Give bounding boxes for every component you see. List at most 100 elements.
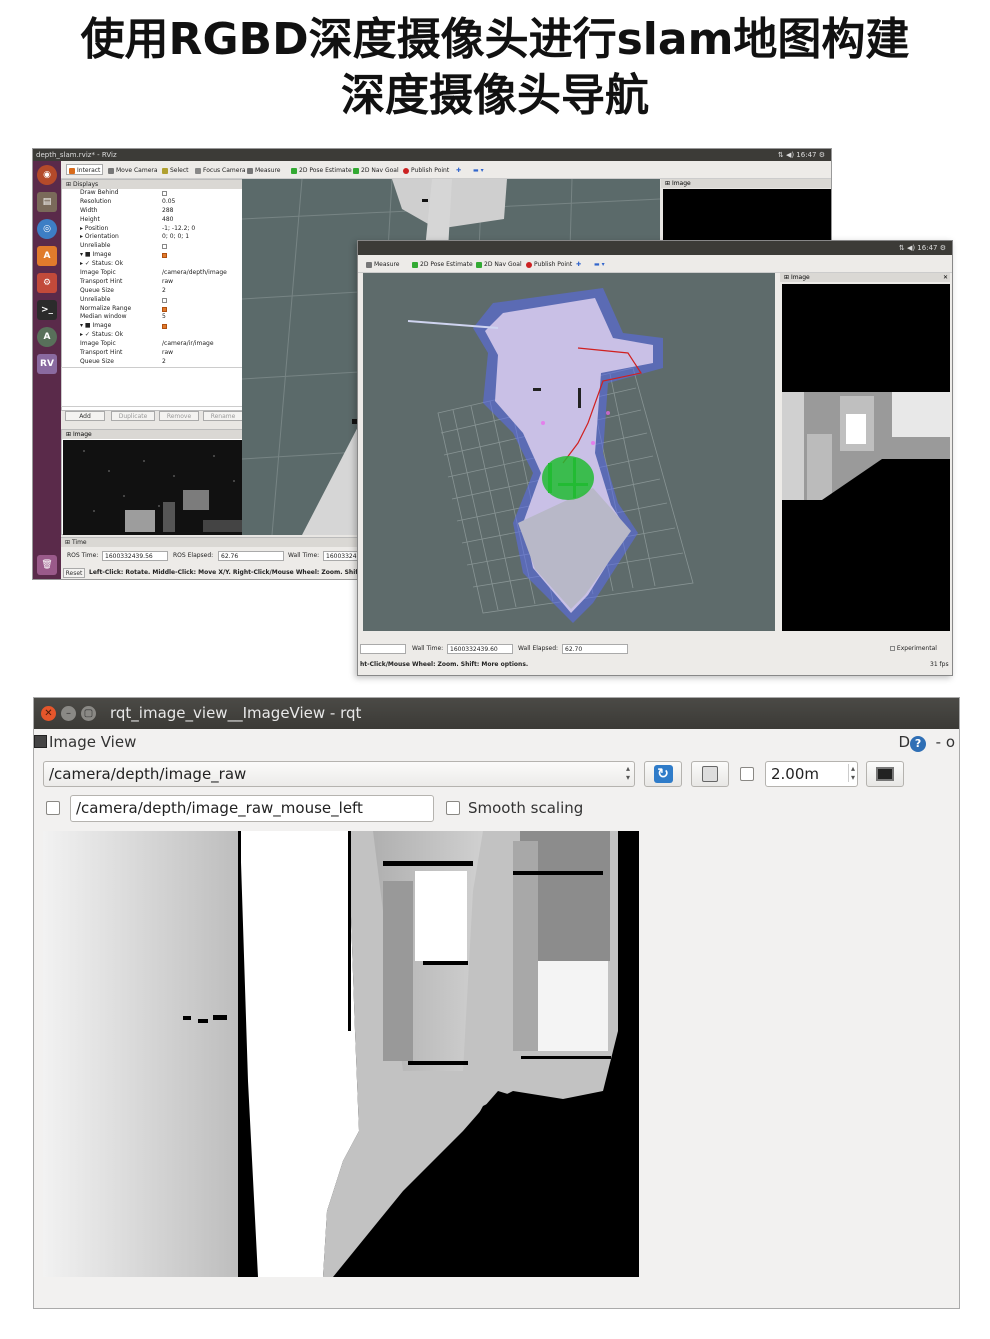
- android-studio-icon[interactable]: A: [37, 327, 57, 347]
- experimental-checkbox[interactable]: Experimental: [890, 645, 937, 652]
- ubuntu-launcher: ◉ ▤ ◎ A ⚙ >_ A RV: [33, 161, 61, 579]
- tool-2d-pose-estimate[interactable]: 2D Pose Estimate: [291, 165, 352, 176]
- depth-image-view[interactable]: [43, 831, 639, 1277]
- display-property-row[interactable]: ▸ Orientation 0; 0; 0; 1: [80, 233, 262, 242]
- display-property-row[interactable]: Width 288: [80, 207, 262, 216]
- property-checkbox[interactable]: [162, 297, 167, 303]
- time-field-partial[interactable]: [360, 644, 406, 654]
- property-checkbox[interactable]: [162, 324, 167, 330]
- max-range-spinbox[interactable]: 2.00m ▴ ▾: [765, 761, 858, 787]
- spin-arrows-icon: ▴ ▾: [847, 764, 855, 782]
- rviz-front-time-bar: Wall Time: 1600332439.60 Wall Elapsed: 6…: [358, 636, 952, 675]
- wall-time-field[interactable]: 1600332439.60: [447, 644, 513, 654]
- topic-select[interactable]: /camera/depth/image_raw ▴ ▾: [43, 761, 635, 787]
- remove-button[interactable]: Remove: [159, 411, 199, 421]
- mouse-publish-checkbox[interactable]: [46, 801, 60, 815]
- displays-description: [61, 367, 263, 407]
- trash-icon[interactable]: 🗑: [37, 555, 57, 575]
- display-property-row[interactable]: Queue Size 2: [80, 358, 262, 367]
- settings-icon[interactable]: ⚙: [37, 273, 57, 293]
- displays-buttons: Add Duplicate Remove Rename: [65, 411, 261, 422]
- duplicate-button[interactable]: Duplicate: [111, 411, 155, 421]
- tool-measure[interactable]: Measure: [247, 165, 281, 176]
- rqt-titlebar: ✕ – ▢ rqt_image_view__ImageView - rqt: [34, 698, 959, 729]
- nav-goal-icon: [476, 261, 482, 268]
- tool-menu-icon[interactable]: ▬ ▾: [594, 259, 605, 270]
- rviz-front-topbar: ⇅ ◀) 16:47 ⚙: [358, 241, 952, 255]
- smooth-scaling-checkbox[interactable]: [446, 801, 460, 815]
- plus-icon[interactable]: ✚: [456, 165, 461, 176]
- nav-goal-icon: [353, 167, 359, 174]
- tool-move-camera[interactable]: Move Camera: [108, 165, 158, 176]
- tool-publish-point[interactable]: Publish Point: [526, 259, 572, 270]
- tool-publish-point[interactable]: Publish Point: [403, 165, 449, 176]
- software-center-icon[interactable]: A: [37, 246, 57, 266]
- display-property-row[interactable]: ▸ ✓ Status: Ok: [80, 331, 262, 340]
- ubuntu-logo-icon[interactable]: ◉: [37, 165, 57, 185]
- rviz-front-3d-view[interactable]: [363, 273, 775, 631]
- property-checkbox[interactable]: [162, 253, 167, 259]
- system-tray: ⇅ ◀) 16:47 ⚙: [777, 151, 825, 159]
- display-property-row[interactable]: ▸ Position -1; -12.2; 0: [80, 225, 262, 234]
- display-property-row[interactable]: Image Topic/camera/depth/image: [80, 269, 262, 278]
- ros-time-field[interactable]: 1600332439.56: [102, 551, 168, 561]
- display-property-row[interactable]: ▾ ■ Image: [80, 251, 262, 260]
- files-icon[interactable]: ▤: [37, 192, 57, 212]
- chromium-icon[interactable]: ◎: [37, 219, 57, 239]
- display-property-row[interactable]: Unreliable: [80, 296, 262, 305]
- terminal-icon[interactable]: >_: [37, 300, 57, 320]
- maximize-icon[interactable]: ▢: [81, 706, 96, 721]
- tool-interact[interactable]: Interact: [66, 164, 104, 175]
- tool-2d-nav-goal[interactable]: 2D Nav Goal: [353, 165, 399, 176]
- dock-toggle[interactable]: D: [899, 733, 911, 751]
- property-checkbox[interactable]: [162, 244, 167, 250]
- display-property-row[interactable]: Queue Size 2: [80, 287, 262, 296]
- close-icon[interactable]: ✕: [41, 706, 56, 721]
- display-property-row[interactable]: Transport Hint raw: [80, 349, 262, 358]
- property-key: Image Topic: [80, 340, 116, 348]
- experimental-check-icon[interactable]: [890, 646, 895, 651]
- tool-2d-pose-estimate[interactable]: 2D Pose Estimate: [412, 259, 473, 270]
- property-key: Transport Hint: [80, 277, 123, 285]
- display-property-row[interactable]: Normalize Range: [80, 305, 262, 314]
- close-icon[interactable]: ✕: [943, 273, 948, 282]
- tool-focus-camera[interactable]: Focus Camera: [195, 165, 246, 176]
- plus-icon[interactable]: ✚: [576, 259, 581, 270]
- rviz-back-title: depth_slam.rviz* - RViz: [36, 151, 117, 159]
- move-camera-icon: [108, 167, 114, 174]
- property-key: Queue Size: [80, 357, 114, 365]
- plugin-minimize-close[interactable]: - o: [936, 733, 955, 751]
- help-icon[interactable]: ?: [910, 736, 927, 752]
- tool-select[interactable]: Select: [162, 165, 189, 176]
- mouse-topic-input[interactable]: /camera/depth/image_raw_mouse_left: [70, 795, 434, 822]
- dynamic-range-checkbox[interactable]: [740, 767, 754, 781]
- display-property-row[interactable]: Median window 5: [80, 313, 262, 322]
- add-button[interactable]: Add: [65, 411, 105, 421]
- property-key: Unreliable: [80, 242, 111, 250]
- property-key: ▸ ✓ Status: Ok: [80, 260, 124, 268]
- ros-elapsed-field[interactable]: 62.76: [218, 551, 284, 561]
- save-icon: [702, 766, 718, 782]
- display-property-row[interactable]: ▸ ✓ Status: Ok: [80, 260, 262, 269]
- display-property-row[interactable]: Height 480: [80, 216, 262, 225]
- display-property-row[interactable]: Unreliable: [80, 242, 262, 251]
- display-property-row[interactable]: Image Topic/camera/ir/image: [80, 340, 262, 349]
- display-property-row[interactable]: Transport Hint raw: [80, 278, 262, 287]
- display-property-row[interactable]: Resolution 0.05: [80, 198, 262, 207]
- display-property-row[interactable]: Draw Behind: [80, 189, 262, 198]
- property-checkbox[interactable]: [162, 306, 167, 312]
- property-checkbox[interactable]: [162, 191, 167, 196]
- tool-2d-nav-goal[interactable]: 2D Nav Goal: [476, 259, 522, 270]
- wall-elapsed-field[interactable]: 62.70: [562, 644, 628, 654]
- rename-button[interactable]: Rename: [203, 411, 243, 421]
- tool-measure[interactable]: Measure: [366, 259, 400, 270]
- fullscreen-button[interactable]: [866, 761, 904, 787]
- reset-button[interactable]: Reset: [63, 568, 85, 578]
- save-image-button[interactable]: [691, 761, 729, 787]
- display-property-row[interactable]: ▾ ■ Image: [80, 322, 262, 331]
- rviz-icon[interactable]: RV: [37, 354, 57, 374]
- slam-map-svg: [363, 273, 775, 631]
- tool-menu-icon[interactable]: ▬ ▾: [473, 165, 484, 176]
- minimize-icon[interactable]: –: [61, 706, 76, 721]
- refresh-button[interactable]: ↻: [644, 761, 682, 787]
